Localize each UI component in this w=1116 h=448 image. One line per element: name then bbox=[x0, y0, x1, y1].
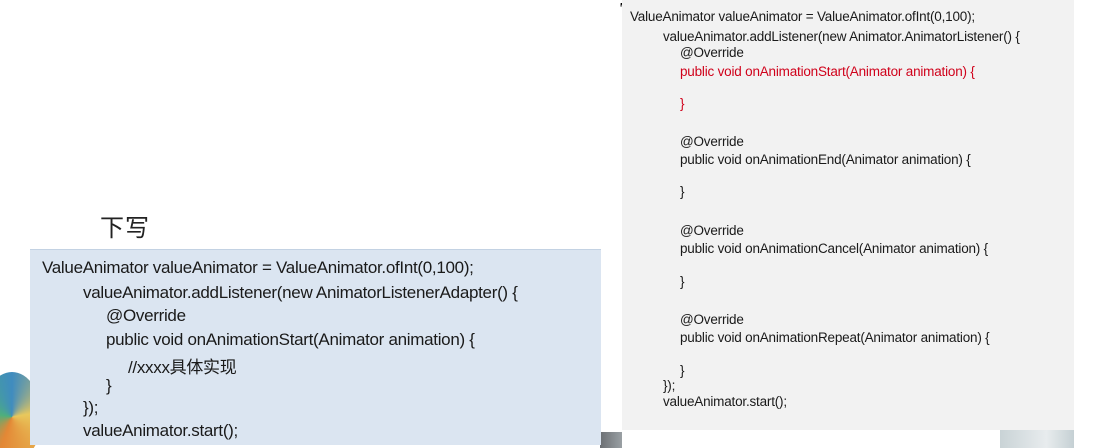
left-code-block: ValueAnimator valueAnimator = ValueAnima… bbox=[30, 249, 601, 445]
code-line: valueAnimator.addListener(new Animator.A… bbox=[663, 29, 1020, 44]
code-line: valueAnimator.start(); bbox=[663, 394, 787, 409]
right-margin bbox=[1074, 0, 1116, 448]
code-line: valueAnimator.start(); bbox=[83, 421, 238, 440]
code-line: }); bbox=[663, 378, 676, 393]
code-line-highlighted: } bbox=[680, 96, 685, 111]
code-line: @Override bbox=[680, 223, 744, 238]
code-line: @Override bbox=[106, 306, 186, 325]
code-line: @Override bbox=[680, 134, 744, 149]
code-line: valueAnimator.addListener(new AnimatorLi… bbox=[83, 283, 518, 302]
code-line: @Override bbox=[680, 312, 744, 327]
code-line: public void onAnimationRepeat(Animator a… bbox=[680, 330, 990, 345]
code-line: @Override bbox=[680, 45, 744, 60]
code-line: } bbox=[106, 376, 112, 395]
code-line: } bbox=[680, 363, 685, 378]
code-line: } bbox=[680, 184, 685, 199]
right-code-panel: ValueAnimator valueAnimator = ValueAnima… bbox=[622, 0, 1074, 430]
section-heading: 下写 bbox=[100, 214, 150, 242]
code-line: public void onAnimationEnd(Animator anim… bbox=[680, 152, 971, 167]
code-line: public void onAnimationStart(Animator an… bbox=[106, 330, 475, 349]
code-line: }); bbox=[83, 398, 99, 417]
code-line: ValueAnimator valueAnimator = ValueAnima… bbox=[42, 258, 474, 277]
code-line: public void onAnimationCancel(Animator a… bbox=[680, 241, 988, 256]
slide-canvas: ↖ 下写 ValueAnimator valueAnimator = Value… bbox=[0, 0, 1116, 448]
code-line: } bbox=[680, 274, 685, 289]
decorative-bottom-strip bbox=[600, 432, 622, 448]
code-line: ValueAnimator valueAnimator = ValueAnima… bbox=[630, 9, 975, 24]
code-line: //xxxx具体实现 bbox=[128, 358, 237, 377]
code-line-highlighted: public void onAnimationStart(Animator an… bbox=[680, 64, 975, 79]
